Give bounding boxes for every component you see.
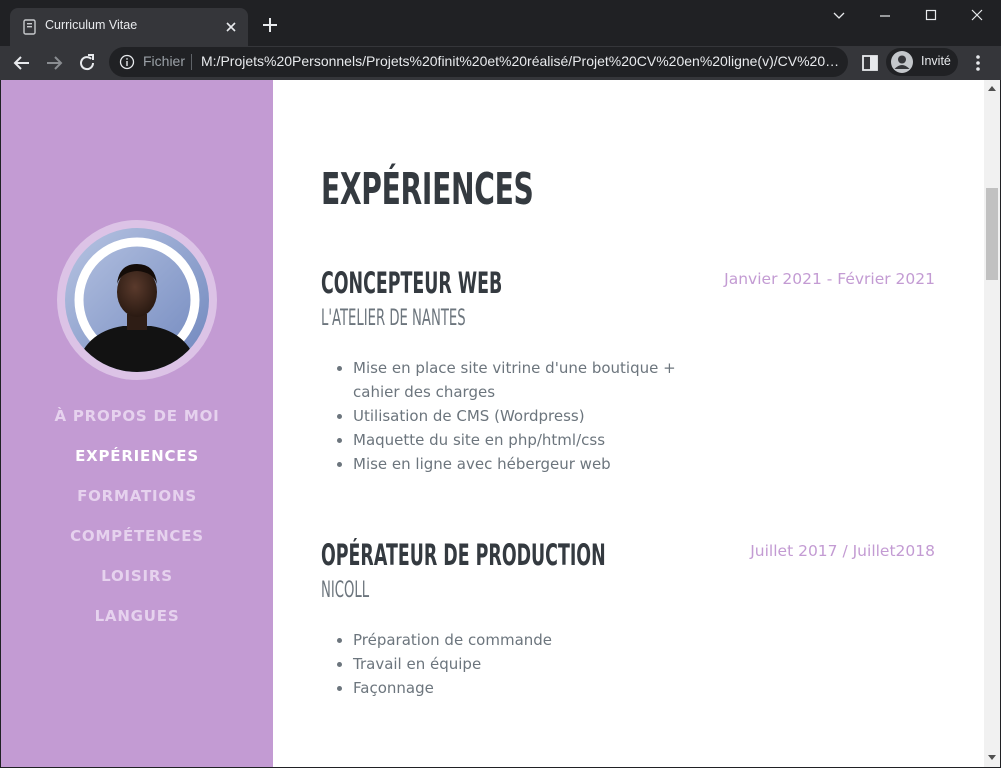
profile-button[interactable]: Invité	[886, 48, 958, 76]
browser-tab[interactable]: Curriculum Vitae	[10, 8, 248, 46]
experience-bullets: Préparation de commandeTravail en équipe…	[353, 628, 723, 700]
nav-link-0[interactable]: À PROPOS DE MOI	[54, 400, 219, 432]
site-info-label[interactable]: Fichier	[143, 53, 185, 69]
minimize-icon[interactable]	[873, 6, 897, 26]
nav-link-2[interactable]: FORMATIONS	[77, 480, 197, 512]
browser-titlebar: Curriculum Vitae	[0, 0, 1001, 46]
experience-date: Janvier 2021 - Février 2021	[724, 270, 935, 288]
sidebar-nav-item: LOISIRS	[1, 560, 273, 600]
sidebar-nav-item: EXPÉRIENCES	[1, 440, 273, 480]
experience-bullet: Préparation de commande	[353, 628, 723, 652]
profile-photo-frame	[57, 220, 217, 380]
arrow-right-icon[interactable]	[42, 51, 66, 75]
experience-bullet: Utilisation de CMS (Wordpress)	[353, 404, 723, 428]
tab-title: Curriculum Vitae	[45, 18, 138, 32]
nav-link-1[interactable]: EXPÉRIENCES	[75, 440, 199, 472]
experience-bullet: Maquette du site en php/html/css	[353, 428, 723, 452]
main-content: EXPÉRIENCES CONCEPTEUR WEB L'ATELIER DE N…	[321, 80, 935, 767]
sidebar: À PROPOS DE MOI EXPÉRIENCES FORMATIONS COMP…	[1, 80, 273, 767]
profile-label: Invité	[921, 54, 951, 68]
experience-company: NICOLL	[321, 578, 370, 603]
nav-link-3[interactable]: COMPÉTENCES	[70, 520, 204, 552]
experience-bullet: Mise en ligne avec hébergeur web	[353, 452, 723, 476]
experience-bullet: Mise en place site vitrine d'une boutiqu…	[353, 356, 723, 404]
section-title: EXPÉRIENCES	[321, 164, 534, 215]
experience-title: CONCEPTEUR WEB	[321, 266, 503, 300]
arrow-left-icon[interactable]	[10, 51, 34, 75]
url-text[interactable]: M:/Projets%20Personnels/Projets%20finit%…	[201, 53, 841, 69]
sidebar-nav: À PROPOS DE MOI EXPÉRIENCES FORMATIONS COMP…	[1, 400, 273, 640]
experience-date: Juillet 2017 / Juillet2018	[750, 542, 935, 560]
sidebar-nav-item: FORMATIONS	[1, 480, 273, 520]
info-icon[interactable]	[119, 54, 135, 70]
chevron-down-icon[interactable]	[827, 6, 851, 26]
nav-link-5[interactable]: LANGUES	[95, 600, 180, 632]
scroll-down-arrow-icon[interactable]	[988, 755, 996, 761]
kebab-menu-icon[interactable]	[968, 52, 988, 74]
address-separator	[191, 54, 192, 70]
scrollbar[interactable]	[984, 80, 1000, 767]
browser-toolbar: Fichier M:/Projets%20Personnels/Projets%…	[0, 46, 1001, 80]
experience-bullet: Façonnage	[353, 676, 723, 700]
side-panel-icon[interactable]	[859, 52, 881, 74]
nav-link-4[interactable]: LOISIRS	[101, 560, 173, 592]
scroll-up-arrow-icon[interactable]	[988, 85, 996, 91]
experience-bullets: Mise en place site vitrine d'une boutiqu…	[353, 356, 723, 476]
sidebar-nav-item: LANGUES	[1, 600, 273, 640]
plus-icon[interactable]	[260, 15, 280, 35]
reload-icon[interactable]	[75, 51, 99, 75]
page-favicon-icon	[23, 19, 36, 35]
experience-bullet: Travail en équipe	[353, 652, 723, 676]
page-viewport: À PROPOS DE MOI EXPÉRIENCES FORMATIONS COMP…	[1, 80, 1000, 767]
maximize-icon[interactable]	[919, 6, 943, 26]
scrollbar-thumb[interactable]	[986, 188, 998, 280]
window-close-icon[interactable]	[965, 6, 989, 26]
experience-company: L'ATELIER DE NANTES	[321, 306, 466, 331]
close-icon[interactable]	[222, 18, 240, 36]
address-bar[interactable]: Fichier M:/Projets%20Personnels/Projets%…	[109, 47, 848, 77]
avatar-icon	[891, 51, 913, 73]
sidebar-nav-item: COMPÉTENCES	[1, 520, 273, 560]
sidebar-nav-item: À PROPOS DE MOI	[1, 400, 273, 440]
profile-photo	[65, 228, 209, 372]
experience-title: OPÉRATEUR DE PRODUCTION	[321, 538, 606, 572]
